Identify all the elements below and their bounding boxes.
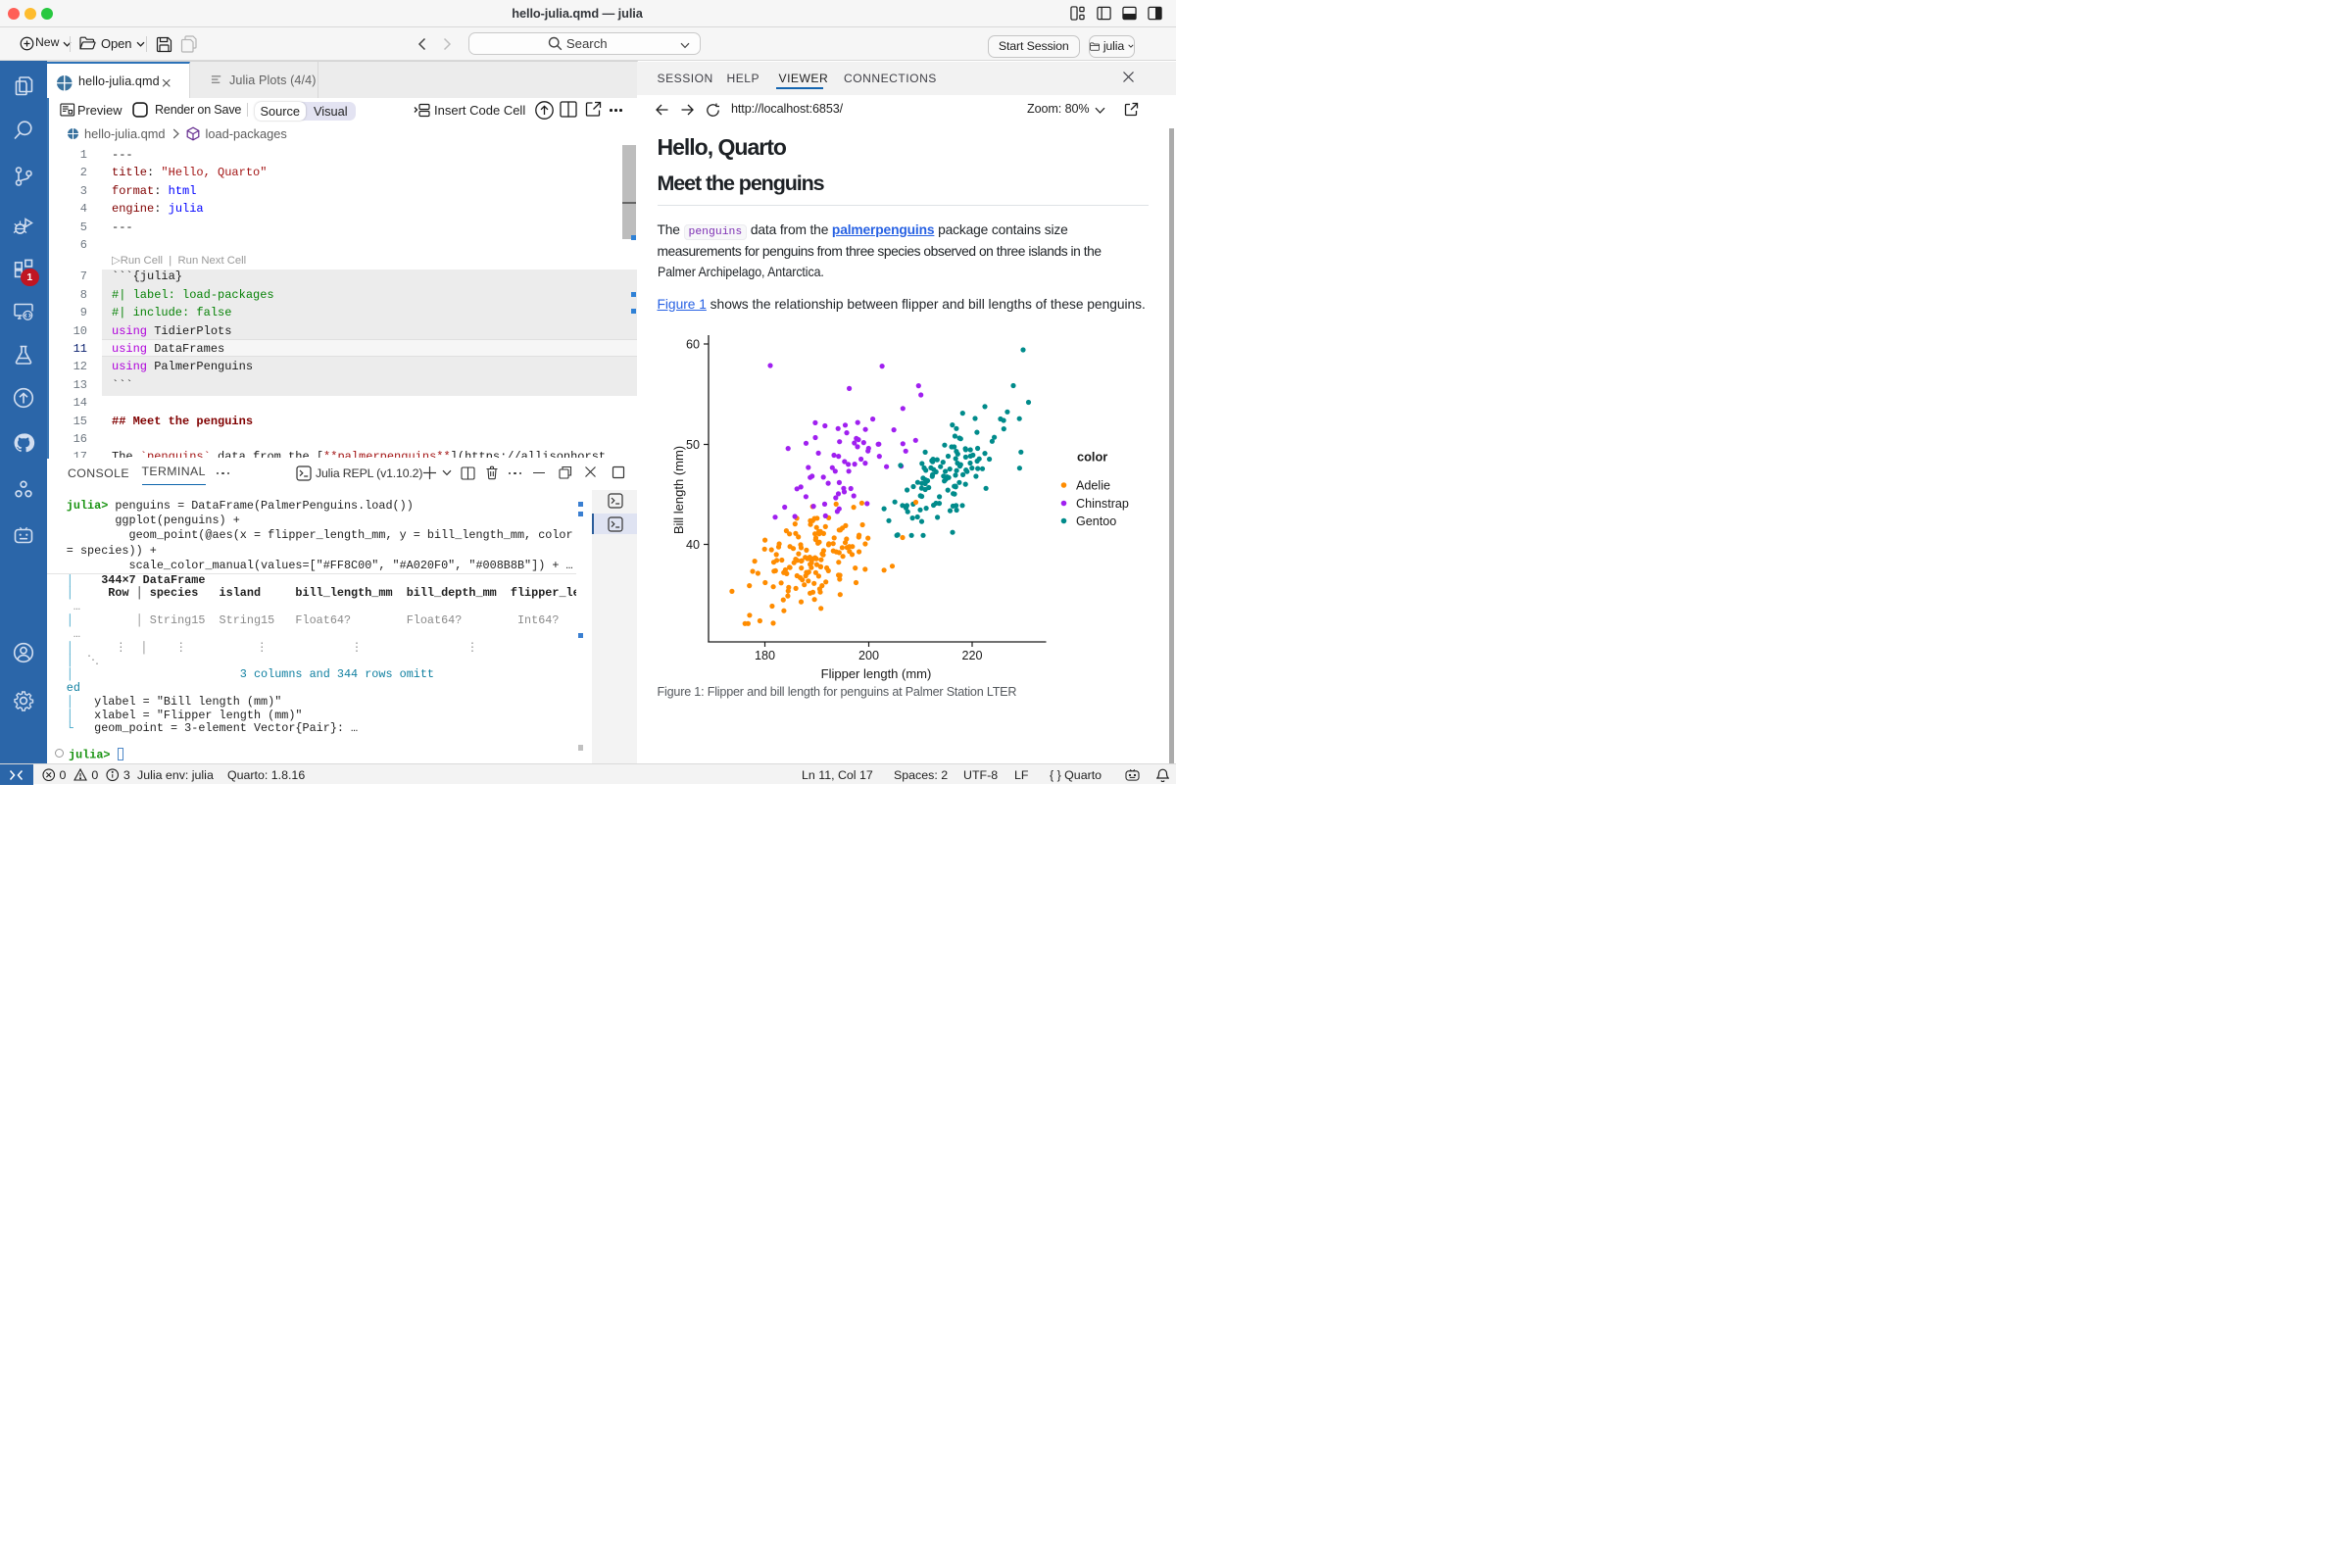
svg-text:Flipper length (mm): Flipper length (mm)	[821, 666, 932, 681]
svg-text:Gentoo: Gentoo	[1076, 514, 1116, 528]
svg-text:Adelie: Adelie	[1076, 479, 1110, 493]
svg-text:Chinstrap: Chinstrap	[1076, 497, 1129, 511]
svg-text:Bill length (mm): Bill length (mm)	[671, 446, 686, 534]
svg-text:220: 220	[961, 649, 982, 662]
svg-text:50: 50	[686, 438, 700, 452]
svg-text:180: 180	[755, 649, 775, 662]
svg-text:color: color	[1077, 450, 1107, 465]
svg-text:60: 60	[686, 338, 700, 352]
svg-text:200: 200	[858, 649, 879, 662]
svg-text:40: 40	[686, 538, 700, 552]
